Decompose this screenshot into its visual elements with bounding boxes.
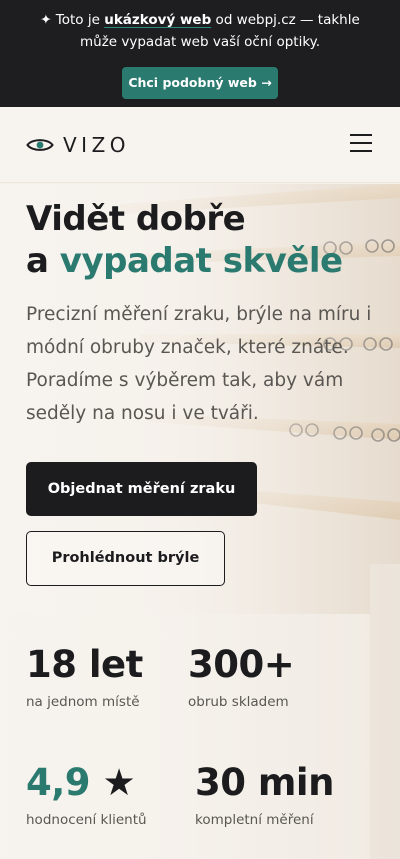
stat-duration: 30 min kompletní měření: [195, 761, 334, 829]
logo[interactable]: VIZO: [26, 133, 130, 157]
site-header: VIZO: [0, 107, 400, 183]
stat-value: 30 min: [195, 761, 334, 804]
rating-value: 4,9: [26, 761, 91, 804]
hero-title-prefix: a: [26, 241, 60, 281]
promo-cta-button[interactable]: Chci podobný web →: [122, 67, 278, 99]
hero-title-accent: vypadat skvěle: [59, 241, 343, 281]
book-eye-exam-button[interactable]: Objednat měření zraku: [26, 462, 257, 516]
stat-rating: 4,9 ★ hodnocení klientů: [26, 761, 147, 829]
stat-label: kompletní měření: [195, 812, 314, 828]
hero-section: [0, 184, 400, 859]
stat-label: obrub skladem: [188, 694, 289, 710]
promo-banner: ✦ Toto je ukázkový web od webpj.cz — tak…: [0, 0, 400, 107]
hamburger-menu-icon[interactable]: [348, 131, 374, 155]
browse-glasses-button[interactable]: Prohlédnout brýle: [26, 531, 225, 586]
stat-value: 300+: [188, 643, 295, 686]
stat-label: na jednom místě: [26, 694, 140, 710]
hero-lead-text: Precizní měření zraku, brýle na míru i m…: [26, 304, 372, 424]
hero-overlay: [0, 184, 400, 859]
logo-text: VIZO: [63, 133, 131, 157]
stat-value: 18 let: [26, 643, 143, 686]
stat-frames: 300+ obrub skladem: [188, 643, 295, 711]
stat-years: 18 let na jednom místě: [26, 643, 143, 711]
eye-logo-icon: [26, 139, 54, 151]
hero-title: Vidět dobře a vypadat skvěle: [26, 198, 376, 282]
promo-highlight-link[interactable]: ukázkový web: [104, 12, 211, 28]
stat-value: 4,9 ★: [26, 761, 147, 805]
star-icon: ★: [102, 761, 136, 804]
hero-title-line1: Vidět dobře: [26, 199, 246, 239]
promo-prefix: ✦ Toto je: [40, 12, 105, 28]
stat-label: hodnocení klientů: [26, 812, 147, 828]
promo-text: ✦ Toto je ukázkový web od webpj.cz — tak…: [20, 9, 380, 53]
